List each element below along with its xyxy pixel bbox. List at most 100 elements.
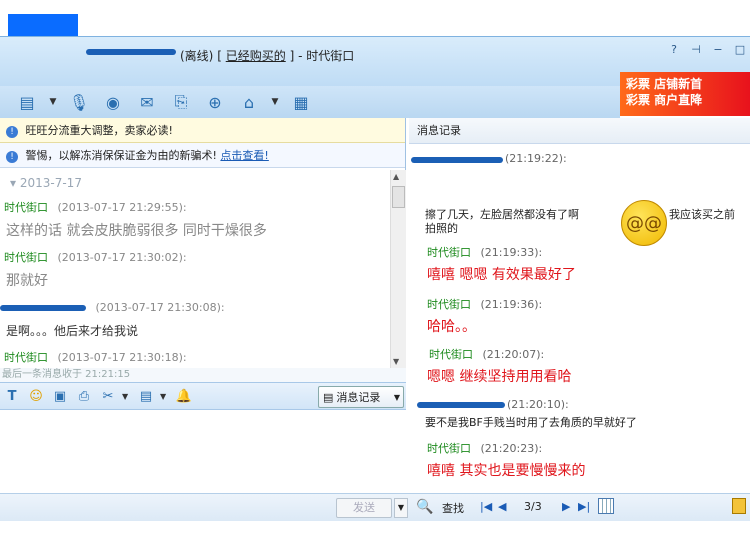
document-icon[interactable]: ▦ <box>286 90 316 114</box>
send-file-icon[interactable]: ▤ <box>12 90 42 114</box>
snip-icon[interactable]: ✂ <box>98 386 118 406</box>
next-page-icon[interactable]: ▶ <box>562 500 570 513</box>
message-compose-area[interactable] <box>0 410 406 493</box>
quick-reply-dropdown-icon[interactable]: ▼ <box>160 392 170 401</box>
message-meta: 时代街口 (2013-07-17 21:29:55): <box>0 196 390 220</box>
message-time: (21:19:33): <box>480 246 543 259</box>
scroll-up-icon[interactable]: ▲ <box>393 172 399 181</box>
input-toolbar: T ☺ ▣ ⎙ ✂ ▼ ▤ ▼ 🔔 ▤ 消息记录 ▼ <box>0 382 406 410</box>
message-text: 嗯嗯 继续坚持用用看哈 <box>427 369 572 385</box>
status-text: (离线) <box>180 49 214 63</box>
sender-name[interactable]: 时代街口 <box>4 251 48 264</box>
chat-window: (离线) [ 已经购买的 ] - 时代街口 ? ⊣ − □ 彩票 店铺新首 彩票… <box>0 0 750 539</box>
first-page-icon[interactable]: |◀ <box>480 500 492 513</box>
notice-1[interactable]: ! 旺旺分流重大调整，卖家必读! <box>0 118 405 143</box>
last-page-icon[interactable]: ▶| <box>578 500 590 513</box>
notice-text: 旺旺分流重大调整，卖家必读! <box>25 124 173 137</box>
font-icon[interactable]: T <box>2 386 22 406</box>
history-button-label: 消息记录 <box>336 391 381 404</box>
redaction-mark <box>411 157 503 163</box>
redaction-mark <box>417 402 505 408</box>
history-scrollbar[interactable]: ▲ ▼ <box>390 170 406 368</box>
message-text: 嘻嘻 其实也是要慢慢来的 <box>427 463 586 479</box>
message-time: (21:20:23): <box>480 442 543 455</box>
scroll-thumb[interactable] <box>392 186 405 208</box>
message-history-button[interactable]: ▤ 消息记录 ▼ <box>318 386 404 408</box>
camera-icon[interactable]: ◉ <box>98 90 128 114</box>
maximize-icon[interactable]: □ <box>734 43 746 56</box>
scroll-down-icon[interactable]: ▼ <box>393 357 399 366</box>
message-meta: (2013-07-17 21:30:08): <box>0 296 390 320</box>
history-icon: ▤ <box>323 390 334 404</box>
message-meta: 时代街口 (2013-07-17 21:30:02): <box>0 246 390 270</box>
message-time: (2013-07-17 21:30:18): <box>57 351 187 364</box>
main-toolbar: ▤ ▼ 🎙 ◉ ✉ ⎘ ⊕ ⌂ ▼ ▦ <box>0 86 620 118</box>
message-time: (21:20:10): <box>507 398 569 411</box>
shop-icon[interactable]: ⌂ <box>234 90 264 114</box>
message-time: (2013-07-17 21:30:08): <box>95 301 225 314</box>
window-controls: ? ⊣ − □ <box>668 43 746 56</box>
message-time: (21:20:07): <box>482 348 545 361</box>
send-options-dropdown[interactable]: ▼ <box>394 498 408 518</box>
message-text: 要不是我BF手贱当时用了去角质的早就好了 <box>425 416 637 429</box>
purchased-link[interactable]: 已经购买的 <box>226 49 286 63</box>
help-icon[interactable]: ? <box>668 43 680 56</box>
info-icon: ! <box>6 126 18 138</box>
shop-dropdown-icon[interactable]: ▼ <box>268 97 282 107</box>
message-meta: 时代街口 (2013-07-17 21:30:18): <box>0 346 390 368</box>
history-date-text: 2013-7-17 <box>19 176 82 190</box>
chat-history: ▾ 2013-7-17 时代街口 (2013-07-17 21:29:55): … <box>0 170 390 368</box>
pin-icon[interactable]: ⊣ <box>690 43 702 56</box>
screenshot-icon[interactable]: ⎙ <box>74 386 94 406</box>
send-file-dropdown-icon[interactable]: ▼ <box>46 97 60 107</box>
bracket-close: ] <box>289 49 295 63</box>
ad-line-2: 彩票 商户直降 <box>626 93 703 107</box>
share-icon[interactable]: ⊕ <box>200 90 230 114</box>
sender-name[interactable]: 时代街口 <box>427 246 471 259</box>
message-text: 拍照的 <box>425 222 458 235</box>
bottom-bar: 发送 ▼ 🔍 查找 |◀ ◀ 3/3 ▶ ▶| <box>0 493 750 521</box>
sender-name[interactable]: 时代街口 <box>427 298 471 311</box>
ad-banner[interactable]: 彩票 店铺新首 彩票 商户直降 <box>620 72 750 116</box>
minimize-icon[interactable]: − <box>712 43 724 56</box>
mail-icon[interactable]: ⎘ <box>166 90 196 114</box>
chevron-down-icon[interactable]: ▼ <box>394 393 403 402</box>
find-button[interactable]: 查找 <box>442 500 464 516</box>
status-bar <box>0 521 750 539</box>
prev-page-icon[interactable]: ◀ <box>498 500 506 513</box>
quick-reply-icon[interactable]: ▤ <box>136 386 156 406</box>
shop-name: 时代街口 <box>306 49 355 63</box>
search-icon[interactable]: 🔍 <box>416 499 433 515</box>
message-time: (2013-07-17 21:29:55): <box>57 201 187 214</box>
message-icon[interactable]: ✉ <box>132 90 162 114</box>
sender-name[interactable]: 时代街口 <box>4 201 48 214</box>
emoji-icon[interactable]: ☺ <box>26 386 46 406</box>
record-list: (21:19:22): @@ 擦了几天，左脸居然都没有了啊 我应该买之前 拍照的… <box>409 148 750 493</box>
sender-name[interactable]: 时代街口 <box>429 348 473 361</box>
message-meta: 时代街口 (21:20:07): <box>429 346 544 362</box>
notice-text: 警惕，以解冻消保保证金为由的新骗术! <box>25 149 217 162</box>
window-title: (离线) [ 已经购买的 ] - 时代街口 <box>180 47 354 64</box>
message-text: 是啊。。。他后来才给我说 <box>6 324 139 338</box>
notice-link[interactable]: 点击查看! <box>220 149 268 162</box>
message-text: 我应该买之前 <box>669 208 735 221</box>
message-time: (2013-07-17 21:30:02): <box>57 251 187 264</box>
page-indicator: 3/3 <box>524 500 542 513</box>
sender-name[interactable]: 时代街口 <box>4 351 48 364</box>
snip-dropdown-icon[interactable]: ▼ <box>122 392 132 401</box>
message-text: 哈哈。。 <box>427 319 476 335</box>
bell-icon[interactable]: 🔔 <box>174 386 194 406</box>
calendar-icon[interactable] <box>598 498 614 514</box>
message-meta: 时代街口 (21:20:23): <box>427 440 542 456</box>
microphone-icon[interactable]: 🎙 <box>64 90 94 114</box>
ad-line-1: 彩票 店铺新首 <box>626 77 703 91</box>
message-time: (21:19:22): <box>505 152 567 165</box>
send-button[interactable]: 发送 <box>336 498 392 518</box>
message-meta: 时代街口 (21:19:36): <box>427 296 542 312</box>
sender-name[interactable]: 时代街口 <box>427 442 471 455</box>
info-icon: ! <box>6 151 18 163</box>
title-separator: - <box>298 49 303 63</box>
image-icon[interactable]: ▣ <box>50 386 70 406</box>
note-icon[interactable] <box>732 498 746 514</box>
notice-2: ! 警惕，以解冻消保保证金为由的新骗术! 点击查看! <box>0 143 405 168</box>
